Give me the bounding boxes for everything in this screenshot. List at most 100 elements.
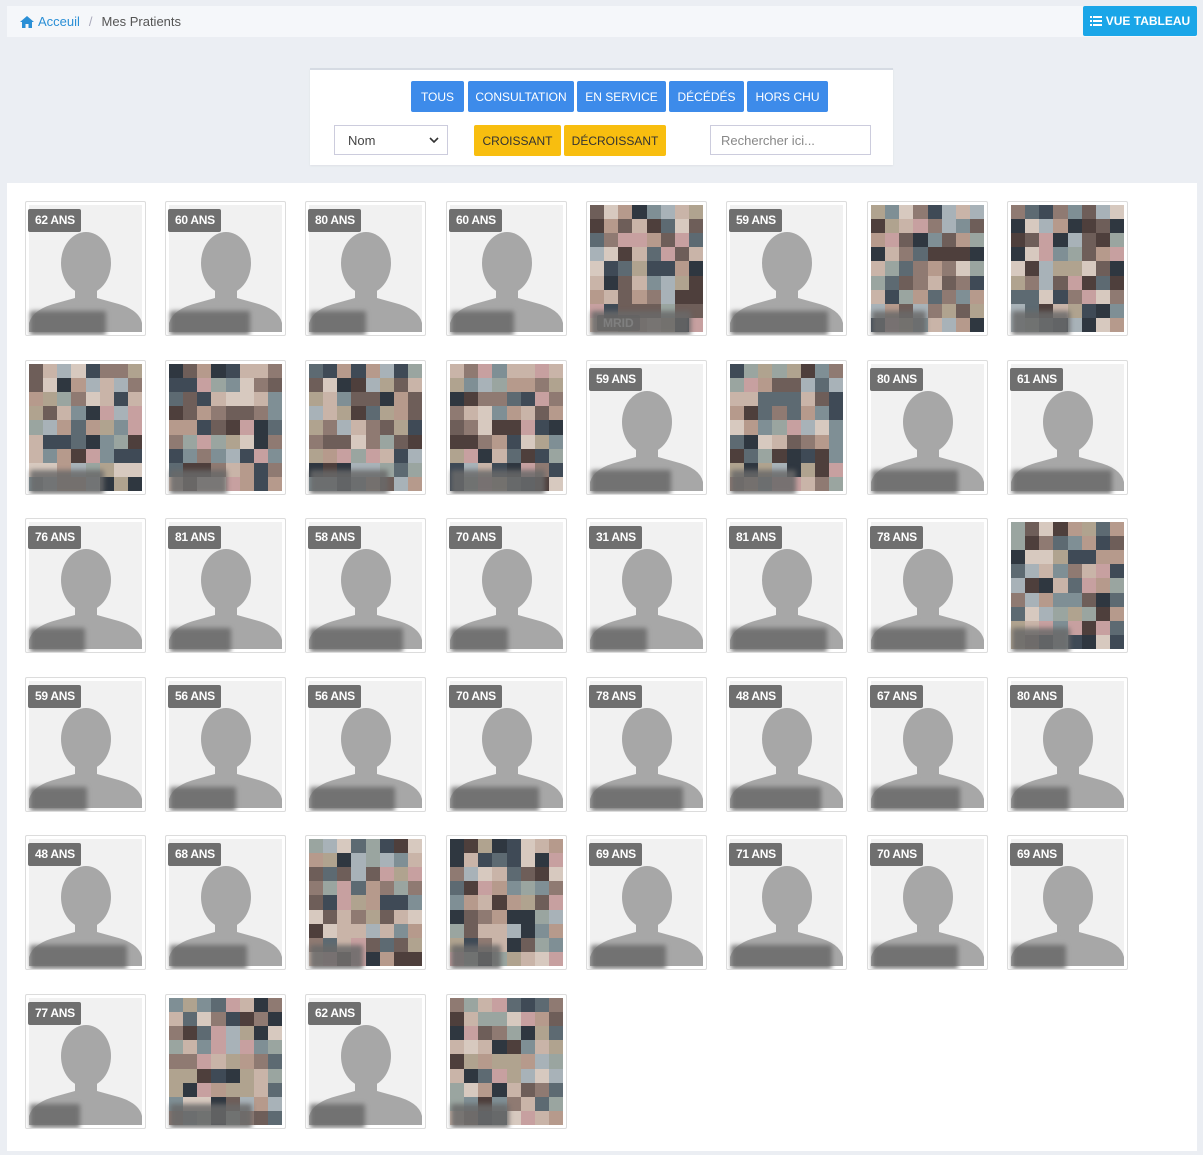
redacted-name-bar: [310, 945, 363, 969]
age-badge: 60 ANS: [168, 209, 221, 232]
redacted-name-bar: [451, 311, 514, 335]
redacted-name-bar: [30, 628, 85, 652]
age-badge: 59 ANS: [729, 209, 782, 232]
age-badge: 71 ANS: [729, 843, 782, 866]
patient-card[interactable]: 62 ANS: [25, 201, 146, 336]
patient-card[interactable]: MRID: [586, 201, 707, 336]
redacted-name-bar: [30, 311, 106, 335]
patient-card[interactable]: 48 ANS: [25, 835, 146, 970]
patient-card[interactable]: 78 ANS: [586, 677, 707, 812]
patient-card[interactable]: 59 ANS: [25, 677, 146, 812]
patient-card[interactable]: [446, 835, 567, 970]
age-badge: 58 ANS: [308, 526, 361, 549]
patient-card[interactable]: 60 ANS: [446, 201, 567, 336]
sort-field-value: Nom: [348, 132, 376, 148]
patient-card[interactable]: 59 ANS: [726, 201, 847, 336]
patient-card[interactable]: [726, 360, 847, 495]
redacted-name-bar: [451, 787, 539, 811]
patient-card[interactable]: 80 ANS: [305, 201, 426, 336]
age-badge: 77 ANS: [28, 1002, 81, 1025]
age-badge: 48 ANS: [729, 685, 782, 708]
redacted-name-bar: [30, 787, 87, 811]
redacted-name-bar: [731, 628, 827, 652]
age-badge: 70 ANS: [449, 526, 502, 549]
patient-card[interactable]: [446, 360, 567, 495]
age-badge: 78 ANS: [870, 526, 923, 549]
patient-card[interactable]: [1007, 518, 1128, 653]
patient-card[interactable]: 56 ANS: [165, 677, 286, 812]
patient-card[interactable]: 70 ANS: [446, 518, 567, 653]
patient-card[interactable]: 78 ANS: [867, 518, 988, 653]
tab-consultation[interactable]: CONSULTATION: [468, 81, 574, 112]
patient-card[interactable]: 60 ANS: [165, 201, 286, 336]
patient-card[interactable]: [165, 994, 286, 1129]
redacted-name-bar: [731, 470, 796, 494]
breadcrumb-home-link[interactable]: Acceuil: [20, 14, 80, 29]
redacted-name-bar: [1012, 470, 1112, 494]
patient-card[interactable]: 81 ANS: [726, 518, 847, 653]
redacted-name-bar: [310, 787, 395, 811]
patient-card[interactable]: 31 ANS: [586, 518, 707, 653]
search-input[interactable]: [710, 125, 871, 155]
tab-all[interactable]: TOUS: [411, 81, 464, 112]
redacted-name-bar: [872, 311, 926, 335]
redacted-name-bar: [731, 945, 832, 969]
patient-card[interactable]: 80 ANS: [1007, 677, 1128, 812]
age-badge: 81 ANS: [729, 526, 782, 549]
patient-card[interactable]: [305, 360, 426, 495]
patient-card[interactable]: 70 ANS: [446, 677, 567, 812]
redacted-name-bar: [591, 628, 647, 652]
age-badge: 80 ANS: [1010, 685, 1063, 708]
age-badge: 69 ANS: [589, 843, 642, 866]
redacted-name-bar: [872, 470, 958, 494]
redacted-name-bar: [591, 311, 691, 335]
patient-card[interactable]: [446, 994, 567, 1129]
sort-ascending-button[interactable]: CROISSANT: [474, 125, 561, 156]
redacted-name-bar: [310, 628, 403, 652]
tab-outside-chu[interactable]: HORS CHU: [747, 81, 828, 112]
patient-card[interactable]: 58 ANS: [305, 518, 426, 653]
patient-card[interactable]: 48 ANS: [726, 677, 847, 812]
patient-card[interactable]: [165, 360, 286, 495]
patient-card[interactable]: 69 ANS: [1007, 835, 1128, 970]
tab-in-service[interactable]: EN SERVICE: [577, 81, 666, 112]
redacted-name-bar: [1012, 945, 1066, 969]
patient-card[interactable]: 56 ANS: [305, 677, 426, 812]
patient-card[interactable]: 77 ANS: [25, 994, 146, 1129]
patient-card[interactable]: 76 ANS: [25, 518, 146, 653]
patient-card[interactable]: 67 ANS: [867, 677, 988, 812]
redacted-name-bar: [591, 470, 671, 494]
age-badge: 56 ANS: [168, 685, 221, 708]
redacted-name-bar: [451, 628, 508, 652]
redacted-name-bar: [170, 628, 231, 652]
patient-card[interactable]: [867, 201, 988, 336]
patient-card[interactable]: [305, 835, 426, 970]
patient-card[interactable]: 68 ANS: [165, 835, 286, 970]
patient-card[interactable]: 70 ANS: [867, 835, 988, 970]
patient-card[interactable]: 69 ANS: [586, 835, 707, 970]
redacted-name-bar: [170, 311, 250, 335]
breadcrumb: Acceuil / Mes Pratients: [7, 6, 1197, 37]
redacted-name-bar: [310, 1104, 365, 1128]
tab-deceased[interactable]: DÉCÉDÉS: [669, 81, 744, 112]
age-badge: 31 ANS: [589, 526, 642, 549]
redacted-name-bar: [1012, 311, 1070, 335]
sort-descending-button[interactable]: DÉCROISSANT: [564, 125, 666, 156]
table-view-button[interactable]: VUE TABLEAU: [1083, 6, 1197, 36]
patient-card[interactable]: 59 ANS: [586, 360, 707, 495]
redacted-name-bar: [591, 787, 683, 811]
sort-field-select[interactable]: Nom: [334, 125, 448, 155]
patient-card[interactable]: 62 ANS: [305, 994, 426, 1129]
age-badge: 62 ANS: [28, 209, 81, 232]
age-badge: 48 ANS: [28, 843, 81, 866]
patient-card[interactable]: 71 ANS: [726, 835, 847, 970]
patient-card[interactable]: 80 ANS: [867, 360, 988, 495]
patient-card[interactable]: 61 ANS: [1007, 360, 1128, 495]
age-badge: 69 ANS: [1010, 843, 1063, 866]
patient-card[interactable]: 81 ANS: [165, 518, 286, 653]
age-badge: 80 ANS: [308, 209, 361, 232]
redacted-name-bar: [451, 470, 545, 494]
patient-card[interactable]: [25, 360, 146, 495]
patient-card[interactable]: [1007, 201, 1128, 336]
age-badge: 60 ANS: [449, 209, 502, 232]
